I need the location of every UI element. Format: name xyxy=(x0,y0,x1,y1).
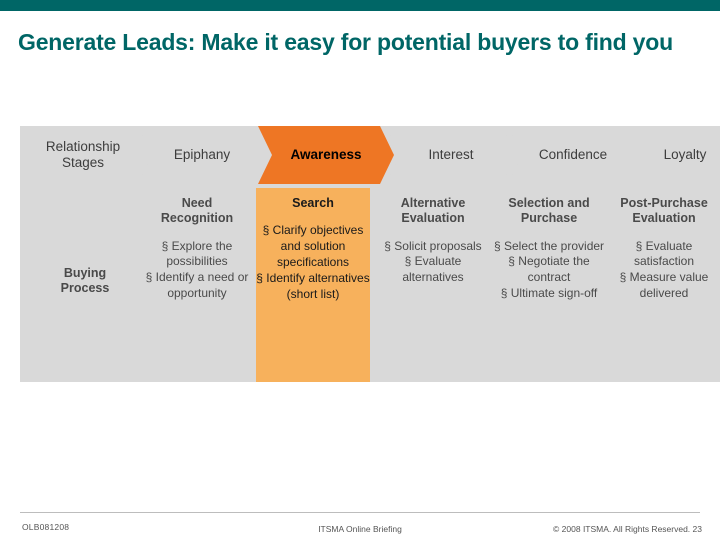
stage-bullets: § Evaluate satisfaction § Measure value … xyxy=(608,239,720,302)
chevron-label: Loyalty xyxy=(663,147,707,163)
chevron-label: Confidence xyxy=(538,147,608,163)
chevron-stage-epiphany: Epiphany xyxy=(138,126,266,184)
chevron-stage-awareness: Awareness xyxy=(258,126,394,184)
bullet-item: § Solicit proposals xyxy=(384,238,482,253)
chevron-stage-interest: Interest xyxy=(386,126,516,184)
footer-copyright: © 2008 ITSMA. All Rights Reserved. 23 xyxy=(553,524,702,534)
bullet-item: § Ultimate sign-off xyxy=(500,285,598,300)
stage-bullets: § Clarify objectives and solution specif… xyxy=(256,223,370,302)
stage-subhead: Need Recognition xyxy=(160,196,234,226)
bullet-item: § Evaluate alternatives xyxy=(402,254,464,285)
bullet-item: § Identify alternatives (short list) xyxy=(256,270,370,301)
bullet-item: § Negotiate the contract xyxy=(508,254,590,285)
buying-process-diagram: Relationship Stages Epiphany Awareness I… xyxy=(20,126,720,382)
relationship-stages-label-chevron: Relationship Stages xyxy=(20,126,146,184)
stage-bullets: § Explore the possibilities § Identify a… xyxy=(138,239,256,302)
bullet-item: § Select the provider xyxy=(493,238,605,253)
stage-column-confidence: Selection and Purchase § Select the prov… xyxy=(492,188,606,302)
relationship-stages-chevron-band: Relationship Stages Epiphany Awareness I… xyxy=(20,126,720,184)
bullet-item: § Identify a need or opportunity xyxy=(145,270,249,300)
stage-subhead: Alternative Evaluation xyxy=(400,196,466,226)
footer-divider xyxy=(20,512,700,513)
bullet-item: § Measure value delivered xyxy=(619,270,709,300)
chevron-stage-loyalty: Loyalty xyxy=(630,126,720,184)
bullet-item: § Explore the possibilities xyxy=(161,238,233,269)
stage-subhead: Search xyxy=(292,196,334,210)
chevron-label: Awareness xyxy=(290,147,362,163)
bullet-item: § Evaluate satisfaction xyxy=(633,238,695,269)
buying-process-label: Buying Process xyxy=(60,266,110,295)
chevron-stage-confidence: Confidence xyxy=(508,126,638,184)
stage-column-loyalty: Post-Purchase Evaluation § Evaluate sati… xyxy=(608,188,720,302)
chevron-label: Interest xyxy=(428,147,474,163)
page-title: Generate Leads: Make it easy for potenti… xyxy=(18,29,673,55)
top-accent-bar xyxy=(0,0,720,11)
stage-column-interest: Alternative Evaluation § Solicit proposa… xyxy=(374,188,492,286)
stage-column-awareness: Search § Clarify objectives and solution… xyxy=(256,188,370,382)
bullet-item: § Clarify objectives and solution specif… xyxy=(262,223,364,269)
relationship-stages-label: Relationship Stages xyxy=(45,139,121,170)
stage-subhead: Post-Purchase Evaluation xyxy=(620,196,708,226)
stage-column-epiphany: Need Recognition § Explore the possibili… xyxy=(138,188,256,302)
stage-bullets: § Select the provider § Negotiate the co… xyxy=(492,239,606,302)
chevron-label: Epiphany xyxy=(173,147,231,163)
stage-bullets: § Solicit proposals § Evaluate alternati… xyxy=(374,239,492,286)
stage-subhead: Selection and Purchase xyxy=(508,196,590,226)
